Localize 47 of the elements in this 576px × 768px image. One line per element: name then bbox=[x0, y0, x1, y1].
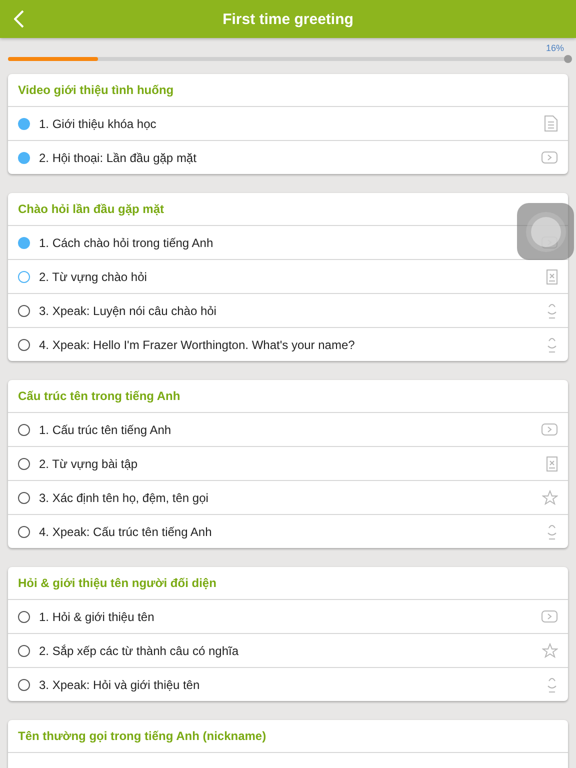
lesson-row[interactable]: 2. Hội thoại: Lần đầu gặp mặt bbox=[8, 140, 568, 174]
lesson-row[interactable]: 3. Xác định tên họ, đệm, tên gọi bbox=[8, 480, 568, 514]
lesson-row[interactable]: 1. Cấu trúc tên tiếng Anh bbox=[8, 412, 568, 446]
speaking-icon bbox=[546, 335, 558, 354]
assistive-touch-button[interactable] bbox=[517, 203, 574, 260]
lesson-row[interactable]: 1. Giới thiệu khóa học bbox=[8, 106, 568, 140]
section-title: Video giới thiệu tình huống bbox=[17, 82, 175, 99]
video-play-icon bbox=[541, 423, 558, 436]
lesson-title: 2. Từ vựng chào hỏi bbox=[39, 270, 148, 284]
flashcard-icon bbox=[546, 456, 558, 472]
speaking-icon bbox=[546, 675, 558, 694]
section-title: Chào hỏi lần đầu gặp mặt bbox=[17, 201, 166, 218]
back-chevron-icon bbox=[14, 10, 24, 28]
video-play-icon bbox=[541, 610, 558, 623]
lesson-row[interactable]: 1. Hỏi & giới thiệu tên bbox=[8, 599, 568, 633]
lesson-title: 3. Xpeak: Hỏi và giới thiệu tên bbox=[39, 678, 201, 692]
lesson-title: 1. Cách chào hỏi trong tiếng Anh bbox=[39, 236, 214, 250]
progress-end-knob bbox=[564, 55, 572, 63]
lesson-title: 4. Xpeak: Hello I'm Frazer Worthington. What's your name? bbox=[39, 338, 356, 352]
lesson-row[interactable]: 3. Xpeak: Hỏi và giới thiệu tên bbox=[8, 667, 568, 701]
lesson-row[interactable]: 2. Sắp xếp các từ thành câu có nghĩa bbox=[8, 633, 568, 667]
section-title: Cấu trúc tên trong tiếng Anh bbox=[17, 388, 182, 405]
lesson-row[interactable]: 4. Xpeak: Hello I'm Frazer Worthington. What's your name? bbox=[8, 327, 568, 361]
progress-percent: 16% bbox=[546, 43, 564, 53]
lesson-title: 4. Xpeak: Cấu trúc tên tiếng Anh bbox=[39, 524, 213, 538]
flashcard-icon bbox=[546, 268, 558, 284]
section-title: Tên thường gọi trong tiếng Anh (nickname) bbox=[17, 728, 268, 745]
speaking-icon bbox=[546, 522, 558, 541]
video-play-icon bbox=[541, 151, 558, 164]
lesson-title: 3. Xác định tên họ, đệm, tên gọi bbox=[39, 490, 210, 504]
lesson-title: 1. Hỏi & giới thiệu tên bbox=[39, 610, 156, 624]
lesson-title: 1. Giới thiệu khóa học bbox=[39, 116, 158, 130]
lesson-title: 2. Sắp xếp các từ thành câu có nghĩa bbox=[39, 644, 240, 658]
screen-title: First time greeting bbox=[222, 10, 354, 28]
star-icon bbox=[542, 490, 558, 506]
star-icon bbox=[542, 642, 558, 658]
lesson-row[interactable]: 2. Từ vựng chào hỏi bbox=[8, 259, 568, 293]
section-title: Hỏi & giới thiệu tên người đối diện bbox=[17, 575, 218, 592]
lesson-title: 2. Từ vựng bài tập bbox=[39, 456, 139, 470]
lesson-row[interactable]: 2. Từ vựng bài tập bbox=[8, 446, 568, 480]
lesson-title: 3. Xpeak: Luyện nói câu chào hỏi bbox=[39, 304, 218, 318]
document-icon bbox=[544, 115, 558, 132]
lesson-row[interactable]: 3. Xpeak: Luyện nói câu chào hỏi bbox=[8, 293, 568, 327]
lesson-title: 1. Cấu trúc tên tiếng Anh bbox=[39, 422, 172, 436]
lesson-title: 2. Hội thoại: Lần đầu gặp mặt bbox=[39, 150, 198, 164]
lesson-row[interactable]: 4. Xpeak: Cấu trúc tên tiếng Anh bbox=[8, 514, 568, 548]
speaking-icon bbox=[546, 301, 558, 320]
